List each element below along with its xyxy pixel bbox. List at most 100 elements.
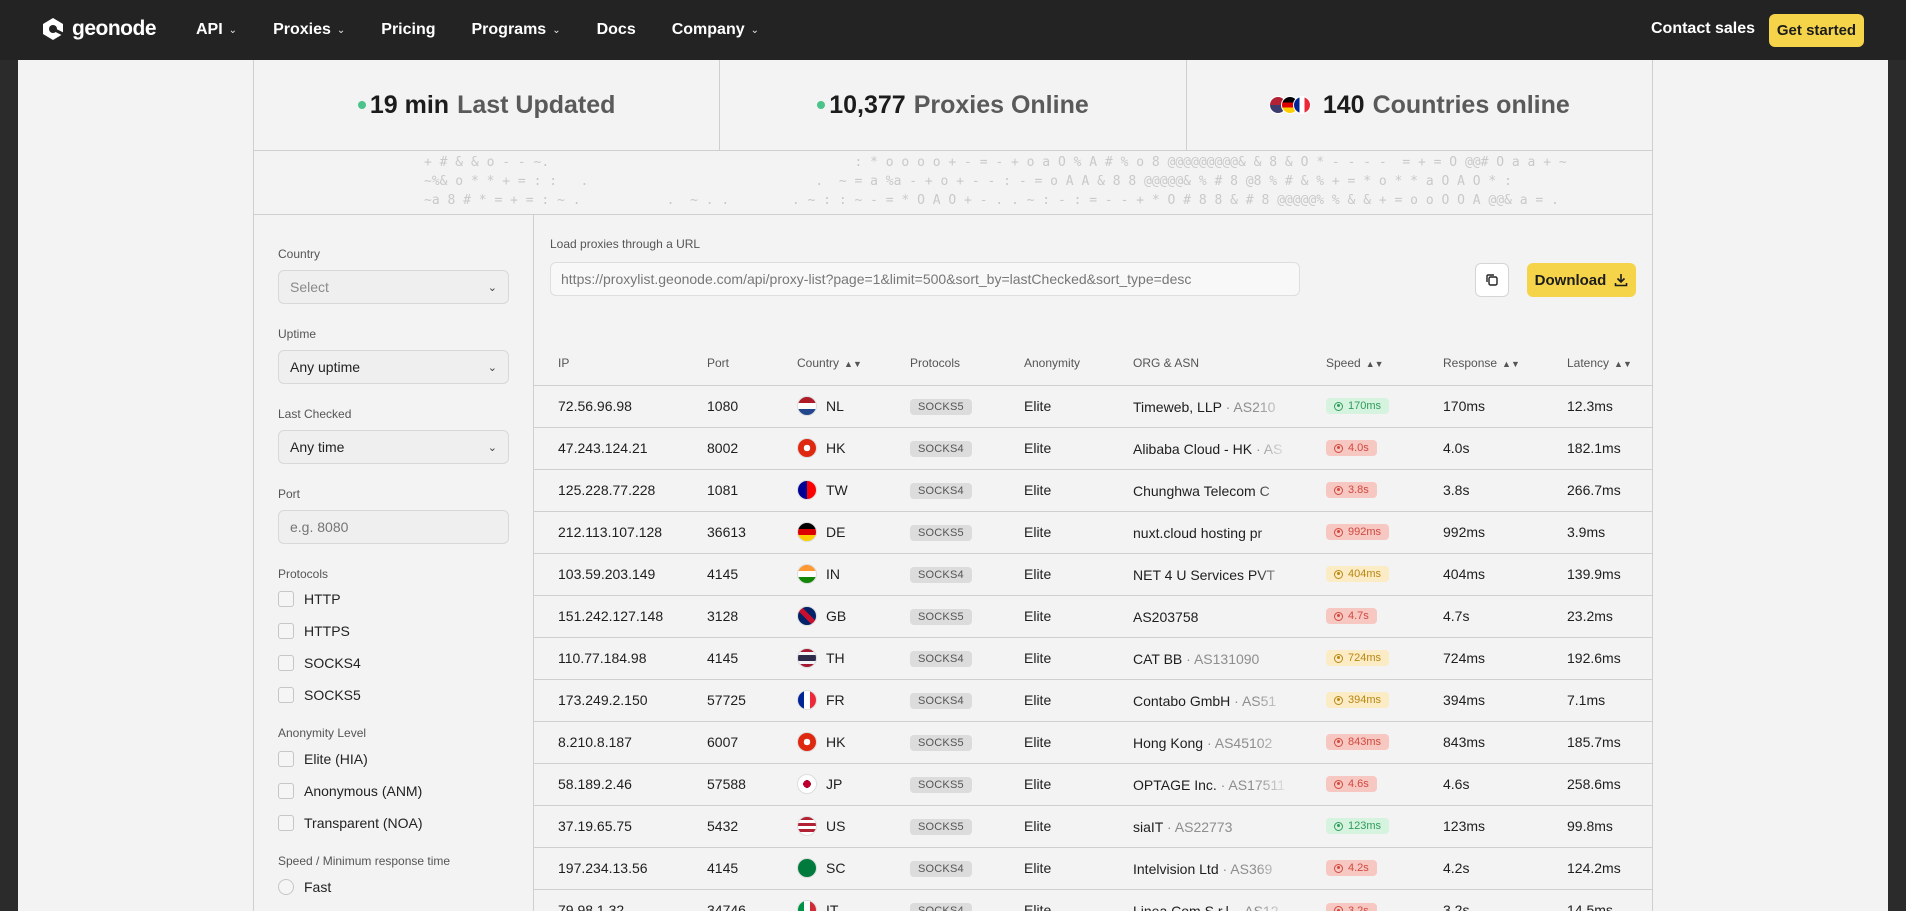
table-row[interactable]: 72.56.96.98 1080 NL SOCKS5 Elite Timeweb, LLP… xyxy=(534,384,1652,427)
anonymity-elite-checkbox[interactable]: Elite (HIA) xyxy=(278,751,368,767)
table-row[interactable]: 125.228.77.228 1081 TW SOCKS4 Elite Chunghwa … xyxy=(534,468,1652,511)
column-header-response[interactable]: Response ▲▼ xyxy=(1419,341,1543,385)
checkbox[interactable] xyxy=(278,591,294,607)
table-row[interactable]: 58.189.2.46 57588 JP SOCKS5 Elite OPTAGE Inc.… xyxy=(534,762,1652,805)
speed-cell: 3.2s xyxy=(1302,888,1419,911)
table-row[interactable]: 79.98.1.32 34746 IT SOCKS4 Elite Linea Com S.… xyxy=(534,888,1652,911)
checkbox[interactable] xyxy=(278,783,294,799)
copy-url-button[interactable] xyxy=(1475,263,1509,297)
response-cell: 4.0s xyxy=(1419,426,1543,469)
country-code: HK xyxy=(826,440,846,456)
speed-gauge-icon xyxy=(1334,695,1343,705)
uptime-select[interactable]: Any uptime ⌄ xyxy=(278,350,509,384)
table-row[interactable]: 151.242.127.148 3128 GB SOCKS5 Elite AS203758… xyxy=(534,594,1652,637)
table-row[interactable]: 173.249.2.150 57725 FR SOCKS4 Elite Contabo G… xyxy=(534,678,1652,721)
speed-badge: 992ms xyxy=(1326,524,1390,541)
protocol-http-checkbox[interactable]: HTTP xyxy=(278,591,341,607)
speed-cell: 404ms xyxy=(1302,552,1419,595)
response-cell: 992ms xyxy=(1419,510,1543,553)
sort-icon[interactable]: ▲▼ xyxy=(1502,359,1520,369)
checkbox[interactable] xyxy=(278,815,294,831)
anonymity-cell: Elite xyxy=(1000,510,1109,553)
menu-item-company[interactable]: Company ⌄ xyxy=(672,21,759,39)
sort-icon[interactable]: ▲▼ xyxy=(1366,359,1384,369)
port-input[interactable] xyxy=(278,510,509,544)
geonode-logo[interactable]: geonode xyxy=(40,16,157,42)
protocol-https-checkbox[interactable]: HTTPS xyxy=(278,623,350,639)
speed-badge: 3.8s xyxy=(1326,482,1377,499)
anonymity-anonymous-checkbox[interactable]: Anonymous (ANM) xyxy=(278,783,422,799)
table-row[interactable]: 47.243.124.21 8002 HK SOCKS4 Elite Alibaba Cl… xyxy=(534,426,1652,469)
org-name: Linea Com S.r.l. xyxy=(1133,902,1233,911)
latency-value: 99.8ms xyxy=(1567,818,1613,834)
get-started-button[interactable]: Get started xyxy=(1769,14,1864,47)
anonymity-cell: Elite xyxy=(1000,384,1109,427)
org-name: nuxt.cloud hosting pr xyxy=(1133,524,1263,541)
latency-cell: 266.7ms xyxy=(1543,468,1652,511)
anonymity-cell: Elite xyxy=(1000,636,1109,679)
speed-fast-radio[interactable]: Fast xyxy=(278,879,331,895)
download-button[interactable]: Download xyxy=(1527,263,1636,297)
main-menu: API ⌄ Proxies ⌄ Pricing Programs ⌄ Docs Com… xyxy=(196,0,795,60)
protocol-cell: SOCKS4 xyxy=(886,678,1000,721)
response-value: 3.2s xyxy=(1443,902,1470,911)
country-flag-icon xyxy=(797,522,817,542)
ip-value: 103.59.203.149 xyxy=(558,566,656,582)
anonymity-value: Elite xyxy=(1024,902,1052,911)
contact-sales-link[interactable]: Contact sales xyxy=(1651,20,1755,38)
table-row[interactable]: 197.234.13.56 4145 SC SOCKS4 Elite Intelvisio… xyxy=(534,846,1652,889)
column-header-country[interactable]: Country ▲▼ xyxy=(773,341,886,385)
radio[interactable] xyxy=(278,879,294,895)
menu-label: Proxies xyxy=(273,21,331,38)
latency-cell: 7.1ms xyxy=(1543,678,1652,721)
header-label: Anonymity xyxy=(1024,355,1081,370)
response-cell: 3.8s xyxy=(1419,468,1543,511)
anonymity-transparent-checkbox[interactable]: Transparent (NOA) xyxy=(278,815,423,831)
protocol-socks5-checkbox[interactable]: SOCKS5 xyxy=(278,687,361,703)
org-name: Hong Kong xyxy=(1133,734,1204,751)
menu-item-pricing[interactable]: Pricing xyxy=(381,21,435,39)
last-checked-select[interactable]: Any time ⌄ xyxy=(278,430,509,464)
header-label: Country xyxy=(797,355,840,370)
latency-value: 23.2ms xyxy=(1567,608,1613,624)
latency-value: 3.9ms xyxy=(1567,524,1606,540)
protocol-badge: SOCKS4 xyxy=(910,903,972,911)
menu-item-docs[interactable]: Docs xyxy=(597,21,636,39)
asn-value: · AS22773 xyxy=(1163,818,1233,835)
column-header-speed[interactable]: Speed ▲▼ xyxy=(1302,341,1419,385)
org-cell: Linea Com S.r.l. · AS12 xyxy=(1109,888,1302,911)
table-row[interactable]: 110.77.184.98 4145 TH SOCKS4 Elite CAT BB · A… xyxy=(534,636,1652,679)
checkbox[interactable] xyxy=(278,623,294,639)
anonymity-value: Elite xyxy=(1024,818,1052,834)
sort-icon[interactable]: ▲▼ xyxy=(844,359,862,369)
api-url-field[interactable]: https://proxylist.geonode.com/api/proxy-… xyxy=(550,262,1300,296)
speed-value: 4.6s xyxy=(1348,778,1369,791)
org-cell: Alibaba Cloud - HK · AS xyxy=(1109,426,1302,469)
latency-cell: 139.9ms xyxy=(1543,552,1652,595)
table-row[interactable]: 212.113.107.128 36613 DE SOCKS5 Elite nuxt.cl… xyxy=(534,510,1652,553)
checkbox[interactable] xyxy=(278,751,294,767)
country-cell: SC xyxy=(773,846,886,889)
checkbox[interactable] xyxy=(278,655,294,671)
country-flag-icon xyxy=(797,396,817,416)
org-cell: Hong Kong · AS45102 xyxy=(1109,720,1302,763)
protocol-socks4-checkbox[interactable]: SOCKS4 xyxy=(278,655,361,671)
table-row[interactable]: 103.59.203.149 4145 IN SOCKS4 Elite NET 4 U S… xyxy=(534,552,1652,595)
country-select[interactable]: Select ⌄ xyxy=(278,270,509,304)
menu-item-programs[interactable]: Programs ⌄ xyxy=(472,21,561,39)
menu-item-api[interactable]: API ⌄ xyxy=(196,21,237,39)
anonymity-filter-label: Anonymity Level xyxy=(278,726,367,740)
column-header-latency[interactable]: Latency ▲▼ xyxy=(1543,341,1652,385)
sort-icon[interactable]: ▲▼ xyxy=(1614,359,1632,369)
port-filter-label: Port xyxy=(278,487,301,501)
latency-cell: 23.2ms xyxy=(1543,594,1652,637)
table-row[interactable]: 8.210.8.187 6007 HK SOCKS5 Elite Hong Kong · … xyxy=(534,720,1652,763)
checkbox[interactable] xyxy=(278,687,294,703)
port-value: 8002 xyxy=(707,440,739,456)
speed-badge: 4.0s xyxy=(1326,440,1377,457)
speed-gauge-icon xyxy=(1334,527,1343,537)
speed-value: 843ms xyxy=(1348,736,1382,749)
table-row[interactable]: 37.19.65.75 5432 US SOCKS5 Elite siaIT · AS22… xyxy=(534,804,1652,847)
menu-item-proxies[interactable]: Proxies ⌄ xyxy=(273,21,345,39)
ascii-line: ~%& o * * + = : : . . ~ = a %a - + o + -… xyxy=(424,174,1512,189)
